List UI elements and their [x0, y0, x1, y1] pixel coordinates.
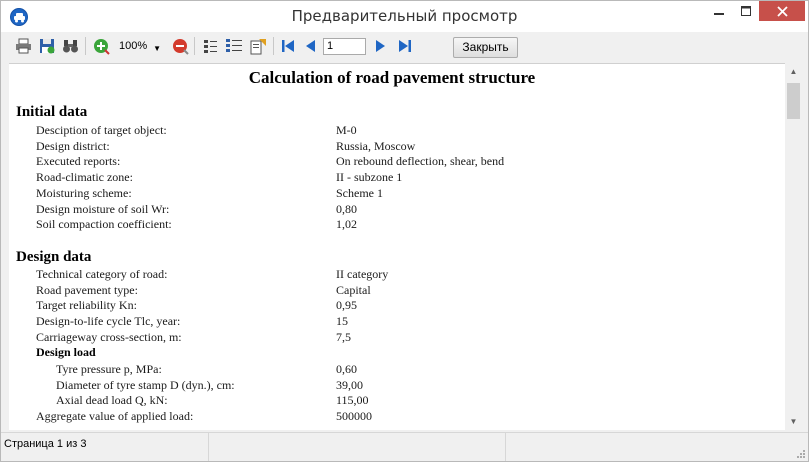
- first-page-icon[interactable]: [278, 36, 298, 56]
- row-label: Design-to-life cycle Tlc, year:: [36, 314, 181, 329]
- row-label: Soil compaction coefficient:: [36, 217, 172, 232]
- close-window-button[interactable]: [759, 1, 805, 21]
- document-title: Calculation of road pavement structure: [248, 68, 536, 87]
- zoom-in-icon[interactable]: [91, 36, 111, 56]
- previous-page-icon[interactable]: [300, 36, 320, 56]
- section-heading-design-data: Design data: [16, 249, 92, 265]
- minimize-button[interactable]: [705, 1, 732, 21]
- title-bar[interactable]: Предварительный просмотр: [1, 1, 808, 32]
- subsection-heading-design-load: Design load: [36, 345, 96, 359]
- zoom-value: 100%: [119, 40, 148, 52]
- data-row: Carriageway cross-section, m: 7,5: [9, 329, 785, 345]
- page-number-input[interactable]: 1: [323, 38, 366, 55]
- row-value: 0,80: [336, 201, 357, 216]
- row-value: 0,60: [336, 362, 357, 376]
- row-value: 500000: [336, 409, 372, 423]
- data-row: Design district: Russia, Moscow: [9, 138, 785, 154]
- row-label: Road-climatic zone:: [36, 170, 133, 185]
- row-label: Design moisture of soil Wr:: [36, 201, 170, 216]
- scroll-up-icon[interactable]: ▲: [785, 63, 802, 80]
- row-value: Russia, Moscow: [336, 138, 416, 153]
- chevron-down-icon: ▼: [153, 44, 161, 53]
- print-icon[interactable]: [13, 36, 33, 56]
- status-cell-empty: [209, 433, 506, 461]
- save-icon[interactable]: [37, 36, 57, 56]
- row-value: II category: [336, 267, 389, 281]
- toolbar-separator: [85, 37, 86, 55]
- toolbar-separator: [273, 37, 274, 55]
- document-viewport[interactable]: Calculation of road pavement structure I…: [9, 63, 785, 430]
- data-row: Axial dead load Q, kN: 115,00: [9, 392, 785, 408]
- row-label: Diameter of tyre stamp D (dyn.), cm:: [56, 377, 235, 392]
- status-bar: Страница 1 из 3: [1, 432, 808, 461]
- binoculars-find-icon[interactable]: [60, 36, 80, 56]
- vertical-scrollbar[interactable]: ▲ ▼: [785, 63, 802, 430]
- data-row: Technical category of road: II category: [9, 266, 785, 282]
- row-value: 1,02: [336, 217, 357, 232]
- resize-grip-icon[interactable]: [795, 448, 805, 458]
- row-value: Scheme 1: [336, 185, 383, 200]
- row-label: Carriageway cross-section, m:: [36, 329, 182, 344]
- data-row: Target reliability Kn: 0,95: [9, 297, 785, 313]
- row-label: Tyre pressure p, MPa:: [56, 362, 162, 376]
- row-label: Aggregate value of applied load:: [36, 409, 194, 423]
- toolbar-separator: [194, 37, 195, 55]
- scroll-thumb[interactable]: [787, 83, 800, 119]
- data-row: Executed reports: On rebound deflection, …: [9, 153, 785, 169]
- row-label: Design district:: [36, 138, 110, 153]
- row-value: Capital: [336, 282, 371, 297]
- row-label: Axial dead load Q, kN:: [56, 393, 168, 408]
- scroll-down-icon[interactable]: ▼: [785, 413, 802, 430]
- row-value: II - subzone 1: [336, 170, 403, 185]
- row-value: 115,00: [336, 393, 369, 408]
- single-page-icon[interactable]: [200, 36, 220, 56]
- last-page-icon[interactable]: [395, 36, 415, 56]
- data-row: Desciption of target object: M-0: [9, 122, 785, 138]
- next-page-icon[interactable]: [371, 36, 391, 56]
- data-row: Diameter of tyre stamp D (dyn.), cm: 39,0…: [9, 377, 785, 393]
- preview-window: Предварительный просмотр 100% ▼ 1 Закрыт…: [0, 0, 809, 462]
- zoom-select[interactable]: 100% ▼: [115, 38, 165, 55]
- zoom-out-icon[interactable]: [170, 36, 190, 56]
- row-value: 39,00: [336, 377, 363, 392]
- row-value: On rebound deflection, shear, bend: [336, 154, 505, 169]
- data-row: Design-to-life cycle Tlc, year: 15: [9, 313, 785, 329]
- data-row: Soil compaction coefficient: 1,02: [9, 216, 785, 232]
- close-preview-button[interactable]: Закрыть: [453, 37, 518, 58]
- row-value: 0,95: [336, 298, 357, 313]
- data-row: Moisturing scheme: Scheme 1: [9, 185, 785, 201]
- status-cell-empty: [506, 433, 804, 461]
- window-title: Предварительный просмотр: [291, 7, 518, 25]
- row-value: M-0: [336, 123, 357, 137]
- row-label: Executed reports:: [36, 154, 121, 169]
- row-label: Technical category of road:: [36, 267, 168, 281]
- data-row: Design moisture of soil Wr: 0,80: [9, 201, 785, 217]
- row-label: Moisturing scheme:: [36, 185, 132, 200]
- row-value: 7,5: [336, 329, 351, 344]
- data-row: Aggregate value of applied load: 500000: [9, 408, 785, 424]
- row-value: 15: [336, 314, 348, 329]
- data-row: Road-climatic zone: II - subzone 1: [9, 169, 785, 185]
- section-heading-initial-data: Initial data: [16, 104, 88, 120]
- page-setup-icon[interactable]: [248, 36, 268, 56]
- data-row: Tyre pressure p, MPa: 0,60: [9, 361, 785, 377]
- row-label: Desciption of target object:: [36, 123, 167, 137]
- maximize-button[interactable]: [732, 1, 759, 21]
- page-number-value: 1: [327, 40, 334, 52]
- row-label: Target reliability Kn:: [36, 298, 137, 313]
- multi-page-icon[interactable]: [224, 36, 244, 56]
- status-page-info: Страница 1 из 3: [1, 433, 209, 461]
- data-row: Road pavement type: Capital: [9, 282, 785, 298]
- row-label: Road pavement type:: [36, 282, 138, 297]
- toolbar: 100% ▼ 1 Закрыть: [1, 32, 808, 61]
